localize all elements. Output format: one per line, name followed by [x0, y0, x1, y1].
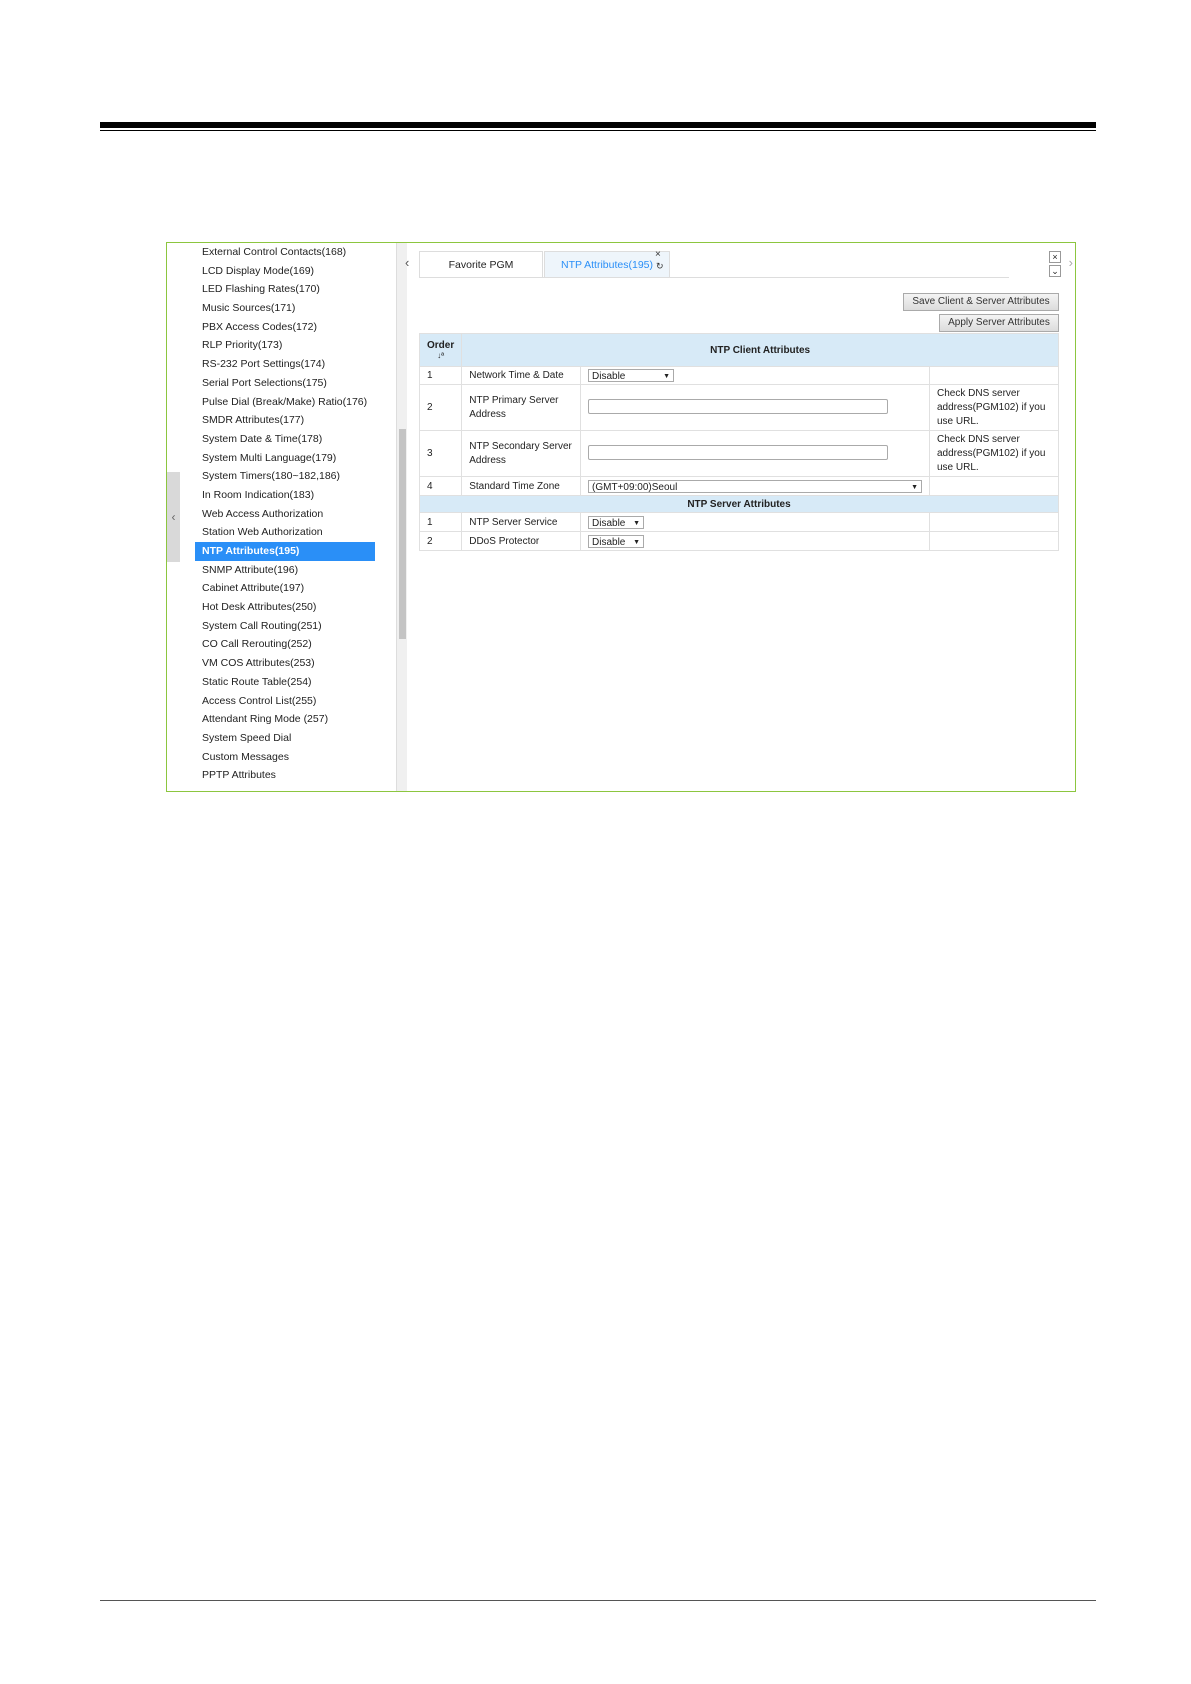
- ntp-primary-server-input[interactable]: [588, 398, 888, 414]
- sidebar-item-rlp-priority[interactable]: RLP Priority(173): [195, 336, 375, 355]
- sidebar-menu: External Control Contacts(168) LCD Displ…: [195, 243, 375, 785]
- row-order: 1: [418, 366, 463, 385]
- order-header[interactable]: Order ↓ª: [418, 333, 463, 367]
- ntp-client-attributes-header: NTP Client Attributes: [461, 333, 1059, 367]
- sidebar-item-pbx-access-codes[interactable]: PBX Access Codes(172): [195, 318, 375, 337]
- sidebar-item-pulse-dial-ratio[interactable]: Pulse Dial (Break/Make) Ratio(176): [195, 393, 375, 412]
- chevron-right-icon[interactable]: ›: [1069, 255, 1073, 270]
- table-row: 1 Network Time & Date Disable ▼: [418, 366, 1059, 385]
- table-row: 1 NTP Server Service Disable ▼: [418, 512, 1059, 532]
- sidebar-item-system-call-routing[interactable]: System Call Routing(251): [195, 617, 375, 636]
- header-rule: [100, 122, 1096, 128]
- sidebar-item-access-control-list[interactable]: Access Control List(255): [195, 692, 375, 711]
- reload-icon[interactable]: ↻: [656, 261, 664, 272]
- sidebar-item-vm-cos-attributes[interactable]: VM COS Attributes(253): [195, 654, 375, 673]
- sidebar-item-static-route-table[interactable]: Static Route Table(254): [195, 673, 375, 692]
- sidebar-item-pptp-attributes[interactable]: PPTP Attributes: [195, 766, 375, 785]
- sidebar-item-attendant-ring-mode[interactable]: Attendant Ring Mode (257): [195, 710, 375, 729]
- sidebar-item-lcd-display-mode[interactable]: LCD Display Mode(169): [195, 262, 375, 281]
- select-value: Disable: [592, 371, 626, 382]
- dropdown-arrow-icon: ▼: [663, 373, 670, 380]
- sidebar-item-external-control-contacts[interactable]: External Control Contacts(168): [195, 243, 375, 262]
- close-icon[interactable]: ×: [655, 249, 661, 260]
- sidebar-item-custom-messages[interactable]: Custom Messages: [195, 748, 375, 767]
- table-row: 2 DDoS Protector Disable ▼: [418, 531, 1059, 551]
- row-note: [929, 476, 1059, 496]
- row-label: Standard Time Zone: [461, 476, 581, 496]
- network-time-date-select[interactable]: Disable ▼: [588, 369, 674, 382]
- main-panel: ‹ Favorite PGM NTP Attributes(195) × ↻ ×…: [399, 243, 1075, 791]
- row-order: 1: [418, 512, 463, 532]
- table-row: 2 NTP Primary Server Address Check DNS s…: [418, 384, 1059, 431]
- dropdown-arrow-icon: ▼: [633, 538, 640, 546]
- sidebar-item-snmp-attribute[interactable]: SNMP Attribute(196): [195, 561, 375, 580]
- apply-server-attributes-button[interactable]: Apply Server Attributes: [939, 314, 1059, 332]
- ntp-attributes-table: Order ↓ª NTP Client Attributes 1 Network…: [418, 333, 1059, 551]
- order-header-label: Order: [427, 340, 455, 351]
- dropdown-arrow-icon: ▼: [633, 519, 640, 527]
- sidebar-collapse-tab[interactable]: ‹: [167, 472, 180, 562]
- table-row: 3 NTP Secondary Server Address Check DNS…: [418, 430, 1059, 477]
- sidebar-item-serial-port-selections[interactable]: Serial Port Selections(175): [195, 374, 375, 393]
- sidebar-item-web-access-authorization[interactable]: Web Access Authorization: [195, 505, 375, 524]
- sort-icon: ↓ª: [437, 351, 445, 360]
- tab-favorite-pgm[interactable]: Favorite PGM: [419, 251, 543, 277]
- row-label: Network Time & Date: [461, 366, 581, 385]
- sidebar-item-co-call-rerouting[interactable]: CO Call Rerouting(252): [195, 635, 375, 654]
- sidebar-item-station-web-authorization[interactable]: Station Web Authorization: [195, 523, 375, 542]
- tab-bar: ‹ Favorite PGM NTP Attributes(195) × ↻ ×…: [399, 247, 1075, 278]
- sidebar-item-ntp-attributes[interactable]: NTP Attributes(195): [195, 542, 375, 561]
- screenshot-frame: ‹ External Control Contacts(168) LCD Dis…: [166, 242, 1076, 792]
- sidebar-item-system-multi-language[interactable]: System Multi Language(179): [195, 449, 375, 468]
- sidebar-item-music-sources[interactable]: Music Sources(171): [195, 299, 375, 318]
- standard-time-zone-select[interactable]: (GMT+09:00)Seoul ▼: [588, 479, 922, 493]
- row-label: DDoS Protector: [461, 531, 581, 551]
- ddos-protector-select[interactable]: Disable ▼: [588, 534, 644, 548]
- ntp-server-attributes-header: NTP Server Attributes: [419, 495, 1059, 513]
- table-row: 4 Standard Time Zone (GMT+09:00)Seoul ▼: [418, 476, 1059, 496]
- sidebar-item-system-speed-dial[interactable]: System Speed Dial: [195, 729, 375, 748]
- sidebar-item-in-room-indication[interactable]: In Room Indication(183): [195, 486, 375, 505]
- select-value: Disable: [592, 517, 626, 529]
- header-rule-thin: [100, 130, 1096, 131]
- tab-list-dropdown-button[interactable]: ⌄: [1049, 265, 1061, 277]
- select-value: Disable: [592, 536, 626, 548]
- dropdown-arrow-icon: ▼: [911, 483, 918, 491]
- sidebar-item-rs232-port-settings[interactable]: RS-232 Port Settings(174): [195, 355, 375, 374]
- row-order: 2: [418, 384, 463, 431]
- row-note: Check DNS server address(PGM102) if you …: [929, 384, 1059, 431]
- save-client-server-attributes-button[interactable]: Save Client & Server Attributes: [903, 293, 1059, 311]
- sidebar-item-smdr-attributes[interactable]: SMDR Attributes(177): [195, 411, 375, 430]
- row-note: [929, 366, 1059, 385]
- chevron-down-icon: ⌄: [1051, 266, 1059, 276]
- sidebar: External Control Contacts(168) LCD Displ…: [181, 243, 407, 791]
- row-note: Check DNS server address(PGM102) if you …: [929, 430, 1059, 477]
- row-label: NTP Server Service: [461, 512, 581, 532]
- ntp-secondary-server-input[interactable]: [588, 444, 888, 460]
- sidebar-item-led-flashing-rates[interactable]: LED Flashing Rates(170): [195, 280, 375, 299]
- ntp-server-service-select[interactable]: Disable ▼: [588, 515, 644, 529]
- tab-underline: [419, 277, 1009, 278]
- sidebar-item-system-date-time[interactable]: System Date & Time(178): [195, 430, 375, 449]
- tab-ntp-attributes[interactable]: NTP Attributes(195): [544, 251, 670, 277]
- chevron-left-icon[interactable]: ‹: [405, 255, 409, 270]
- row-order: 4: [418, 476, 463, 496]
- close-icon: ×: [1052, 252, 1058, 262]
- close-all-tabs-button[interactable]: ×: [1049, 251, 1061, 263]
- footer-rule: [100, 1600, 1096, 1601]
- row-order: 3: [418, 430, 463, 477]
- chevron-left-icon: ‹: [171, 510, 176, 524]
- row-label: NTP Secondary Server Address: [461, 430, 581, 477]
- sidebar-item-cabinet-attribute[interactable]: Cabinet Attribute(197): [195, 579, 375, 598]
- row-order: 2: [418, 531, 463, 551]
- select-value: (GMT+09:00)Seoul: [592, 481, 678, 493]
- row-label: NTP Primary Server Address: [461, 384, 581, 431]
- sidebar-item-system-timers[interactable]: System Timers(180~182,186): [195, 467, 375, 486]
- sidebar-item-hot-desk-attributes[interactable]: Hot Desk Attributes(250): [195, 598, 375, 617]
